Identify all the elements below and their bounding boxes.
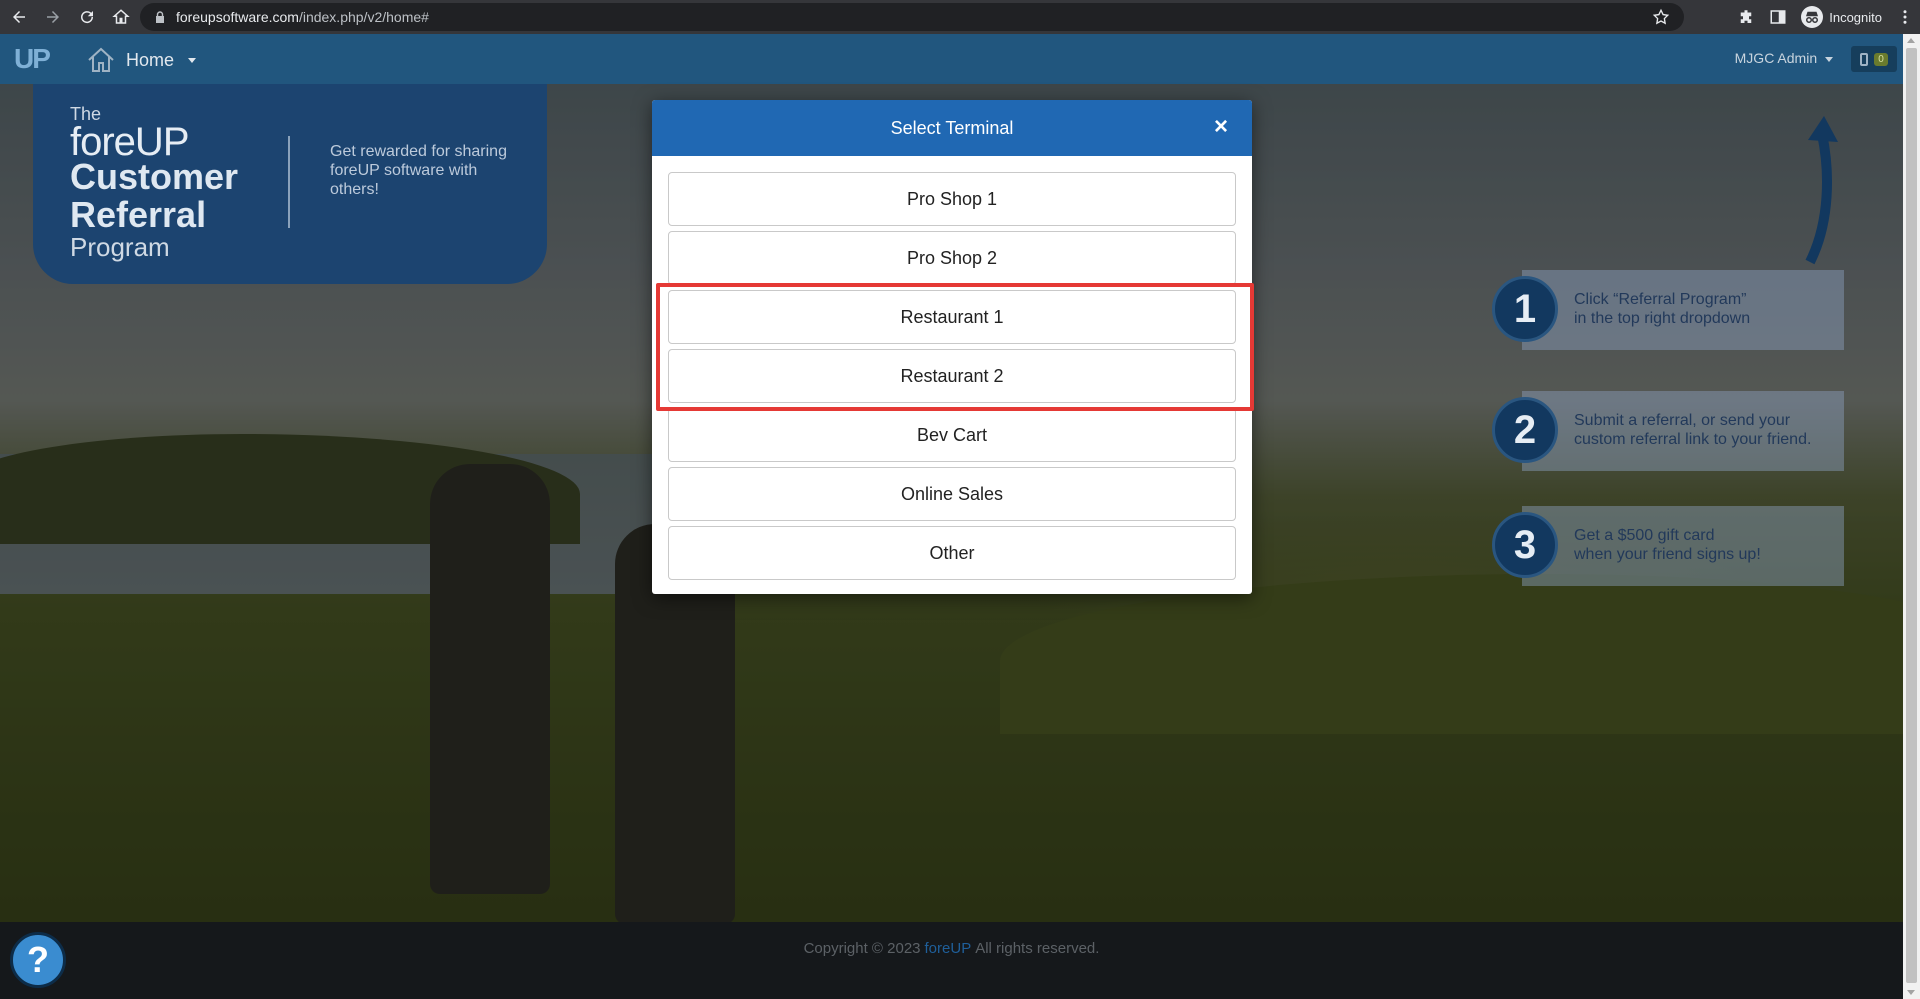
home-menu[interactable]: Home bbox=[86, 46, 197, 74]
chevron-down-icon bbox=[1825, 56, 1833, 62]
admin-menu[interactable]: MJGC Admin bbox=[1735, 50, 1833, 66]
referral-line2: Referral bbox=[70, 194, 207, 235]
admin-label: MJGC Admin bbox=[1734, 50, 1818, 66]
step-text: Get a $500 gift card when your friend si… bbox=[1574, 526, 1761, 564]
url-path: /index.php/v2/home# bbox=[298, 9, 429, 25]
referral-program-banner: The foreUP Customer Referral Program Get… bbox=[33, 84, 547, 284]
scroll-up-icon[interactable] bbox=[1907, 38, 1915, 43]
terminal-button-bev-cart[interactable]: Bev Cart bbox=[668, 408, 1236, 462]
device-count: 0 bbox=[1874, 52, 1888, 66]
home-label: Home bbox=[126, 49, 175, 70]
browser-toolbar: foreupsoftware.com /index.php/v2/home# I… bbox=[0, 0, 1920, 34]
referral-tagline: Get rewarded for sharing foreUP software… bbox=[330, 143, 507, 198]
step-text: Submit a referral, or send your custom r… bbox=[1574, 411, 1811, 449]
close-icon[interactable]: × bbox=[1210, 115, 1232, 139]
step-text-line1: Click “Referral Program” bbox=[1574, 291, 1747, 308]
scroll-down-icon[interactable] bbox=[1907, 990, 1915, 995]
referral-line3: Program bbox=[70, 232, 170, 262]
arrow-up-icon bbox=[1805, 116, 1838, 265]
url-host: foreupsoftware.com bbox=[176, 9, 299, 25]
step-number: 1 bbox=[1492, 276, 1558, 342]
foreup-footer-link[interactable]: foreUP bbox=[925, 940, 972, 957]
step-text-line2: in the top right dropdown bbox=[1574, 310, 1751, 327]
device-indicator[interactable]: 0 bbox=[1851, 46, 1897, 72]
step-number: 2 bbox=[1492, 397, 1558, 463]
referral-line1: Customer bbox=[70, 156, 239, 197]
page-scrollbar[interactable] bbox=[1903, 34, 1920, 999]
side-panel-icon[interactable] bbox=[1769, 8, 1787, 26]
incognito-icon bbox=[1801, 6, 1824, 28]
incognito-label: Incognito bbox=[1829, 9, 1882, 25]
terminal-button-pro-shop-2[interactable]: Pro Shop 2 bbox=[668, 231, 1236, 285]
home-browser-icon[interactable] bbox=[106, 2, 136, 32]
chevron-down-icon bbox=[188, 57, 197, 63]
terminal-button-online-sales[interactable]: Online Sales bbox=[668, 467, 1236, 521]
scrollbar-thumb[interactable] bbox=[1906, 48, 1917, 983]
step-text: Click “Referral Program” in the top righ… bbox=[1574, 290, 1750, 328]
browser-menu-icon[interactable] bbox=[1896, 8, 1914, 26]
terminal-button-pro-shop-1[interactable]: Pro Shop 1 bbox=[668, 172, 1236, 226]
restaurant-highlight-box bbox=[656, 283, 1254, 411]
copyright-suffix: All rights reserved. bbox=[975, 940, 1100, 957]
extensions-icon[interactable] bbox=[1737, 8, 1755, 26]
step-text-line1: Get a $500 gift card bbox=[1574, 527, 1715, 544]
referral-step-3: 3 Get a $500 gift card when your friend … bbox=[1492, 506, 1844, 586]
app-header: UP Home MJGC Admin 0 bbox=[0, 34, 1903, 84]
home-icon bbox=[88, 47, 114, 72]
step-text-line2: when your friend signs up! bbox=[1574, 546, 1761, 563]
referral-step-1: 1 Click “Referral Program” in the top ri… bbox=[1492, 270, 1844, 350]
address-bar[interactable]: foreupsoftware.com /index.php/v2/home# bbox=[140, 3, 1684, 31]
phone-icon bbox=[1860, 52, 1869, 66]
referral-step-2: 2 Submit a referral, or send your custom… bbox=[1492, 391, 1844, 471]
forward-icon[interactable] bbox=[38, 2, 68, 32]
copyright-prefix: Copyright © 2023 bbox=[803, 940, 921, 957]
incognito-indicator[interactable]: Incognito bbox=[1801, 6, 1882, 28]
step-number: 3 bbox=[1492, 512, 1558, 578]
modal-title: Select Terminal bbox=[890, 117, 1014, 138]
back-icon[interactable] bbox=[4, 2, 34, 32]
app-page: UP Home MJGC Admin 0 The foreUP Customer… bbox=[0, 34, 1903, 999]
bookmark-star-icon[interactable] bbox=[1652, 8, 1670, 26]
step-text-line1: Submit a referral, or send your bbox=[1574, 412, 1791, 429]
reload-icon[interactable] bbox=[72, 2, 102, 32]
foreup-logo[interactable]: UP bbox=[14, 43, 51, 75]
modal-header: Select Terminal × bbox=[652, 100, 1252, 156]
footer: Copyright © 2023 foreUP All rights reser… bbox=[0, 922, 1903, 999]
referral-divider bbox=[288, 136, 290, 228]
terminal-button-other[interactable]: Other bbox=[668, 526, 1236, 580]
lock-icon bbox=[156, 11, 164, 23]
help-button[interactable]: ? bbox=[10, 932, 66, 988]
step-text-line2: custom referral link to your friend. bbox=[1574, 431, 1812, 448]
